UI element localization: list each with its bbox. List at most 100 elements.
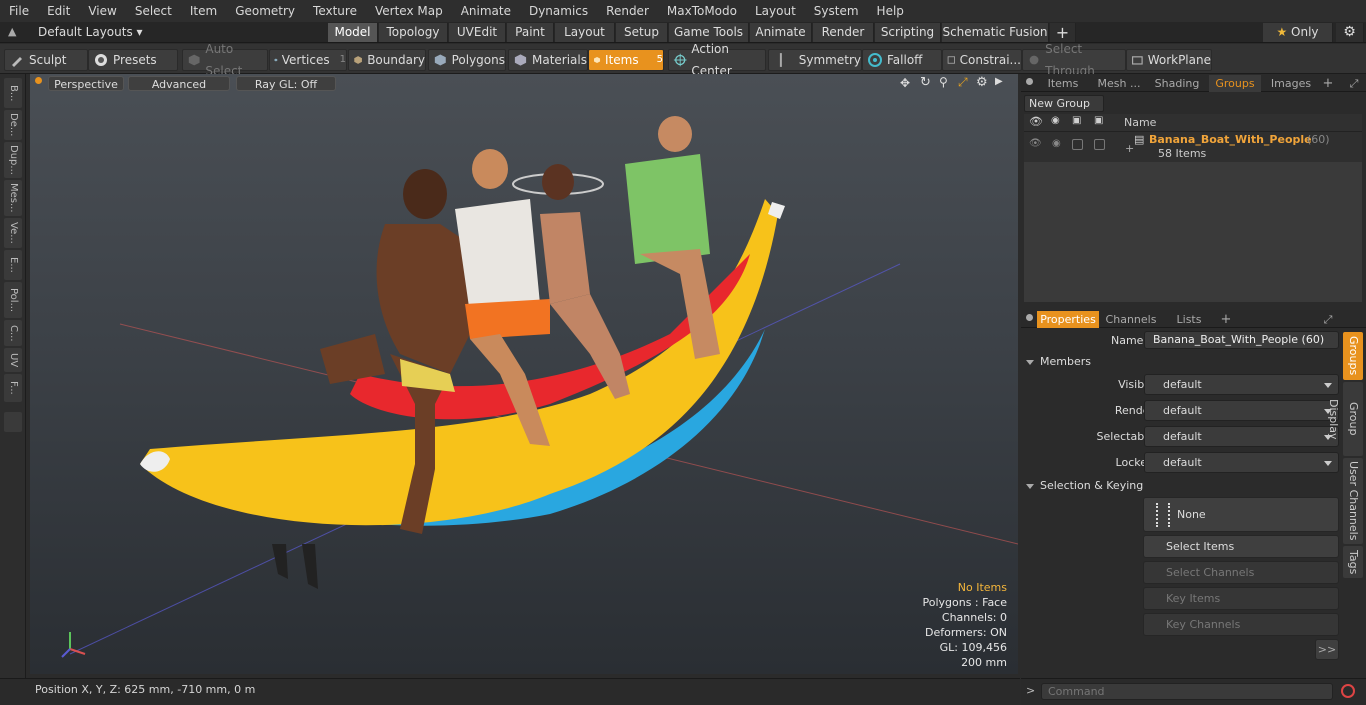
menu-geometry[interactable]: Geometry — [226, 0, 304, 22]
select-channels-button[interactable]: Select Channels — [1143, 561, 1339, 584]
menu-edit[interactable]: Edit — [38, 0, 79, 22]
strip-tab-e[interactable]: E... — [4, 250, 22, 280]
members-section[interactable]: Members — [1026, 355, 1356, 371]
menu-animate[interactable]: Animate — [452, 0, 520, 22]
tab-items[interactable]: Items — [1037, 75, 1089, 92]
expand-group-icon[interactable]: + — [1125, 142, 1134, 155]
expand-props-icon[interactable]: ⤢ — [1321, 311, 1335, 328]
visibility-toggle-icon[interactable]: 👁 — [1029, 138, 1042, 149]
visibility-col-icon: 👁 — [1029, 115, 1043, 128]
tab-layout[interactable]: Layout — [555, 23, 615, 42]
polygons-button[interactable]: Polygons — [428, 49, 506, 71]
layouts-dropdown[interactable]: Default Layouts ▾ — [38, 25, 143, 39]
tab-uvedit[interactable]: UVEdit — [449, 23, 506, 42]
selectable-dropdown[interactable]: default — [1144, 426, 1339, 447]
add-tab-button[interactable]: + — [1321, 75, 1335, 92]
add-props-tab-button[interactable]: + — [1219, 311, 1233, 328]
select-through-button[interactable]: Select Through — [1022, 42, 1126, 78]
tab-topology[interactable]: Topology — [379, 23, 448, 42]
lock-toggle[interactable] — [1094, 139, 1105, 150]
group-row[interactable]: 👁 ◉ + ▤ Banana_Boat_With_People (60) 58 … — [1024, 132, 1362, 162]
tab-groups[interactable]: Groups — [1209, 75, 1261, 92]
action-center-button[interactable]: Action Center — [668, 42, 766, 78]
only-toggle[interactable]: ★ Only — [1263, 23, 1333, 42]
group-name[interactable]: Banana_Boat_With_People — [1149, 133, 1312, 146]
tab-properties[interactable]: Properties — [1037, 311, 1099, 328]
menu-maxtomodo[interactable]: MaxToModo — [658, 0, 746, 22]
strip-tab-f[interactable]: F... — [4, 374, 22, 402]
cube-icon — [188, 54, 200, 66]
command-input[interactable] — [1041, 683, 1333, 700]
more-button[interactable]: >> — [1315, 639, 1339, 660]
selection-keying-section[interactable]: Selection & Keying — [1026, 479, 1356, 495]
vertices-button[interactable]: Vertices 1 — [269, 49, 347, 71]
record-icon[interactable] — [1341, 684, 1355, 698]
strip-tab-pol[interactable]: Pol... — [4, 282, 22, 318]
visible-dropdown[interactable]: default — [1144, 374, 1339, 395]
strip-tab-dup[interactable]: Dup... — [4, 142, 22, 178]
key-items-button[interactable]: Key Items — [1143, 587, 1339, 610]
tab-images[interactable]: Images — [1263, 75, 1319, 92]
select-toggle[interactable] — [1072, 139, 1083, 150]
menu-select[interactable]: Select — [126, 0, 181, 22]
select-items-button[interactable]: Select Items — [1143, 535, 1339, 558]
strip-tab-c[interactable]: C... — [4, 320, 22, 346]
tab-channels[interactable]: Channels — [1103, 311, 1159, 328]
key-channels-button[interactable]: Key Channels — [1143, 613, 1339, 636]
falloff-button[interactable]: Falloff — [862, 49, 942, 71]
tab-mesh[interactable]: Mesh ... — [1091, 75, 1147, 92]
strip-tab-mes[interactable]: Mes... — [4, 180, 22, 216]
panel-menu-icon[interactable] — [1026, 78, 1033, 85]
menu-file[interactable]: File — [0, 0, 38, 22]
tab-lists[interactable]: Lists — [1163, 311, 1215, 328]
expand-panel-icon[interactable]: ⤢ — [1347, 75, 1361, 92]
side-tab-user-channels[interactable]: User Channels — [1343, 458, 1363, 544]
strip-tab-uv[interactable]: UV — [4, 348, 22, 372]
items-button[interactable]: Items 5 — [588, 49, 664, 71]
menu-vertex-map[interactable]: Vertex Map — [366, 0, 452, 22]
symmetry-button[interactable]: Symmetry — [768, 49, 862, 71]
none-button[interactable]: None — [1143, 497, 1339, 532]
constraints-button[interactable]: Constrai... — [942, 49, 1022, 71]
name-label: Name — [1111, 334, 1144, 347]
workplane-button[interactable]: WorkPlane — [1126, 49, 1212, 71]
boundary-button[interactable]: Boundary — [348, 49, 426, 71]
materials-button[interactable]: Materials — [508, 49, 588, 71]
menu-system[interactable]: System — [805, 0, 868, 22]
name-field[interactable]: Banana_Boat_With_People (60) — [1144, 331, 1339, 349]
tab-scripting[interactable]: Scripting — [875, 23, 941, 42]
new-group-button[interactable]: New Group — [1024, 95, 1104, 112]
side-tab-group-display[interactable]: Group Display — [1327, 382, 1363, 456]
side-tab-groups[interactable]: Groups — [1343, 332, 1363, 380]
render-dropdown[interactable]: default — [1144, 400, 1339, 421]
tab-paint[interactable]: Paint — [507, 23, 554, 42]
tab-render[interactable]: Render — [813, 23, 874, 42]
side-tab-tags[interactable]: Tags — [1343, 546, 1363, 578]
menu-view[interactable]: View — [79, 0, 125, 22]
position-readout: Position X, Y, Z: 625 mm, -710 mm, 0 m — [35, 683, 256, 696]
strip-tab-extra[interactable] — [4, 412, 22, 432]
tab-model[interactable]: Model — [328, 23, 378, 42]
3d-viewport[interactable]: Perspective Advanced Ray GL: Off ✥ ↻ ⚲ ⤢… — [30, 74, 1018, 674]
expand-icon[interactable]: ▲ — [8, 25, 16, 38]
strip-tab-b[interactable]: B... — [4, 78, 22, 108]
sculpt-button[interactable]: Sculpt — [4, 49, 88, 71]
props-menu-icon[interactable] — [1026, 314, 1033, 321]
stat-gl: GL: 109,456 — [939, 641, 1007, 654]
locked-dropdown[interactable]: default — [1144, 452, 1339, 473]
render-toggle-icon[interactable]: ◉ — [1052, 138, 1061, 149]
menu-help[interactable]: Help — [868, 0, 913, 22]
tab-setup[interactable]: Setup — [616, 23, 668, 42]
menu-render[interactable]: Render — [597, 0, 658, 22]
auto-select-button[interactable]: Auto Select — [182, 42, 268, 78]
menu-dynamics[interactable]: Dynamics — [520, 0, 597, 22]
strip-tab-ve[interactable]: Ve... — [4, 218, 22, 248]
tab-schematic-fusion[interactable]: Schematic Fusion — [942, 23, 1049, 42]
tab-shading[interactable]: Shading — [1149, 75, 1205, 92]
menu-item[interactable]: Item — [181, 0, 226, 22]
strip-tab-de[interactable]: De... — [4, 110, 22, 140]
menu-texture[interactable]: Texture — [304, 0, 366, 22]
gear-icon[interactable]: ⚙ — [1336, 23, 1364, 42]
menu-layout[interactable]: Layout — [746, 0, 805, 22]
presets-button[interactable]: Presets — [88, 49, 178, 71]
